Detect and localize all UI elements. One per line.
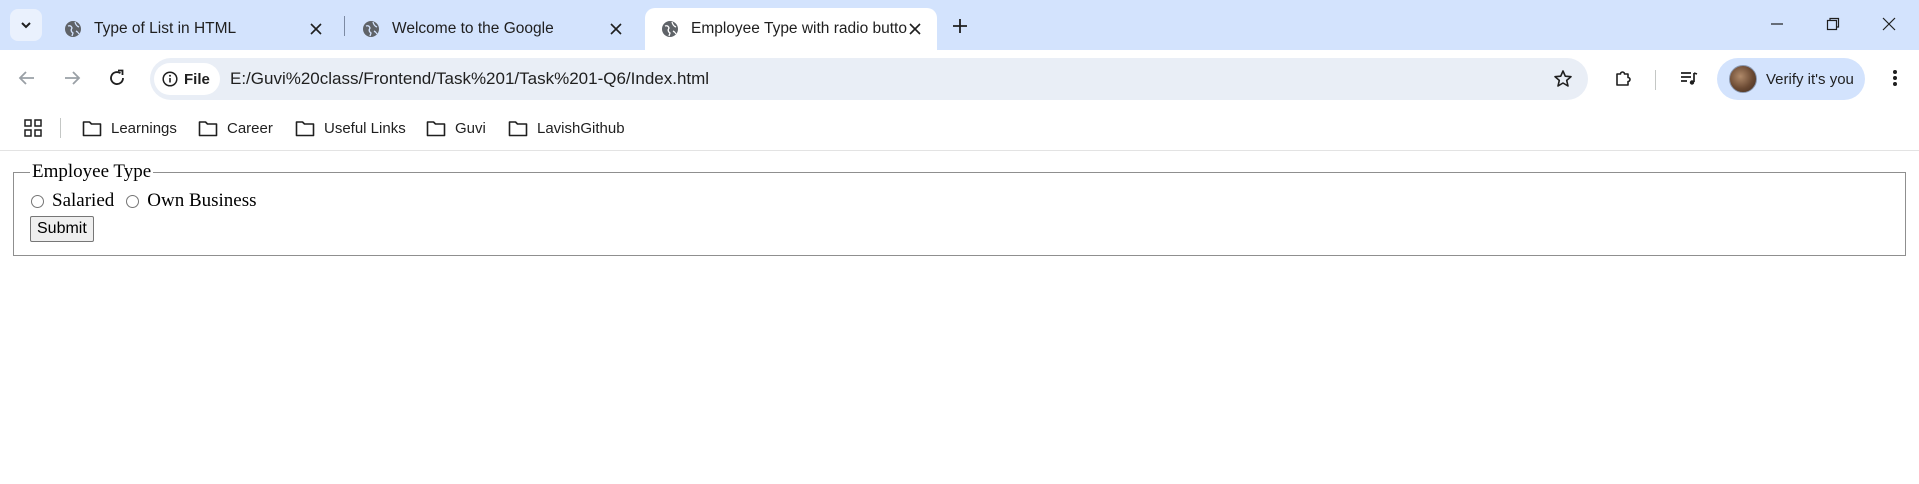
bookmark-label: Guvi	[455, 119, 486, 137]
site-info-button[interactable]: File	[154, 63, 220, 95]
window-close-button[interactable]	[1861, 0, 1917, 48]
globe-icon	[64, 20, 82, 38]
reload-button[interactable]	[100, 61, 134, 95]
folder-icon	[295, 120, 315, 136]
bookmark-label: Learnings	[111, 119, 177, 137]
tab-welcome-google[interactable]: Welcome to the Google	[346, 8, 638, 50]
bookmark-folder-career[interactable]: Career	[198, 113, 273, 143]
browser-menu-button[interactable]	[1878, 61, 1912, 95]
close-icon[interactable]	[905, 19, 925, 39]
bookmark-label: Career	[227, 119, 273, 137]
forward-button[interactable]	[55, 61, 89, 95]
fieldset-legend: Employee Type	[30, 161, 154, 183]
restore-icon	[1826, 17, 1840, 31]
playlist-music-icon	[1681, 72, 1698, 85]
bookmark-folder-learnings[interactable]: Learnings	[82, 113, 177, 143]
folder-icon	[82, 120, 102, 136]
media-controls-button[interactable]	[1673, 62, 1705, 94]
arrow-right-icon	[65, 71, 81, 85]
apps-button[interactable]	[22, 117, 44, 139]
radio-own-business[interactable]	[126, 194, 140, 208]
plus-icon	[953, 19, 967, 33]
tab-strip: Type of List in HTML Welcome to the Goog…	[0, 0, 1919, 50]
submit-button[interactable]: Submit	[30, 216, 94, 242]
tab-separator	[344, 16, 345, 36]
employee-type-fieldset: Employee Type Salaried Own Business Subm…	[13, 161, 1906, 256]
bookmark-label: Useful Links	[324, 119, 406, 137]
chevron-down-icon	[21, 22, 31, 29]
minimize-icon	[1771, 23, 1783, 25]
close-icon[interactable]	[606, 19, 626, 39]
tab-search-button[interactable]	[10, 9, 42, 41]
bookmark-star-icon[interactable]	[1552, 68, 1574, 90]
profile-label: Verify it's you	[1766, 70, 1854, 88]
close-icon	[1882, 17, 1896, 31]
bookmarks-bar: Learnings Career Useful Links Guvi Lavis…	[0, 108, 1919, 151]
toolbar-divider	[1655, 70, 1656, 90]
avatar	[1729, 65, 1757, 93]
folder-icon	[426, 120, 446, 136]
close-icon[interactable]	[306, 19, 326, 39]
browser-toolbar: File E:/Guvi%20class/Frontend/Task%201/T…	[0, 50, 1919, 108]
address-bar[interactable]: File E:/Guvi%20class/Frontend/Task%201/T…	[150, 58, 1588, 100]
folder-icon	[198, 120, 218, 136]
bookmark-folder-useful-links[interactable]: Useful Links	[295, 113, 406, 143]
radio-group: Salaried Own Business	[31, 190, 269, 212]
bookmark-label: LavishGithub	[537, 119, 625, 137]
globe-icon	[362, 20, 380, 38]
more-vertical-icon	[1893, 70, 1897, 86]
reload-icon	[110, 69, 124, 85]
minimize-button[interactable]	[1749, 0, 1805, 48]
bookmark-separator	[60, 118, 61, 138]
apps-grid-icon	[24, 119, 42, 137]
site-chip-label: File	[184, 70, 210, 88]
page-content: Employee Type Salaried Own Business Subm…	[0, 151, 1919, 484]
tab-type-of-list[interactable]: Type of List in HTML	[48, 8, 338, 50]
tab-employee-type[interactable]: Employee Type with radio butto	[645, 8, 937, 50]
tab-title: Type of List in HTML	[94, 20, 237, 37]
info-icon	[162, 71, 178, 87]
restore-button[interactable]	[1805, 0, 1861, 48]
radio-salaried[interactable]	[31, 194, 44, 208]
bookmark-folder-guvi[interactable]: Guvi	[426, 113, 486, 143]
radio-label-salaried[interactable]: Salaried	[52, 190, 114, 212]
bookmark-folder-lavishgithub[interactable]: LavishGithub	[508, 113, 625, 143]
tab-title: Welcome to the Google	[392, 20, 554, 37]
folder-icon	[508, 120, 528, 136]
profile-button[interactable]: Verify it's you	[1717, 58, 1865, 100]
arrow-left-icon	[18, 71, 34, 85]
globe-icon	[661, 20, 679, 38]
extensions-button[interactable]	[1607, 62, 1639, 94]
url-text[interactable]: E:/Guvi%20class/Frontend/Task%201/Task%2…	[230, 69, 709, 89]
puzzle-icon	[1616, 71, 1631, 86]
back-button[interactable]	[10, 61, 44, 95]
radio-label-own-business[interactable]: Own Business	[147, 190, 256, 212]
tab-title: Employee Type with radio butto	[691, 20, 907, 37]
new-tab-button[interactable]	[946, 12, 974, 40]
